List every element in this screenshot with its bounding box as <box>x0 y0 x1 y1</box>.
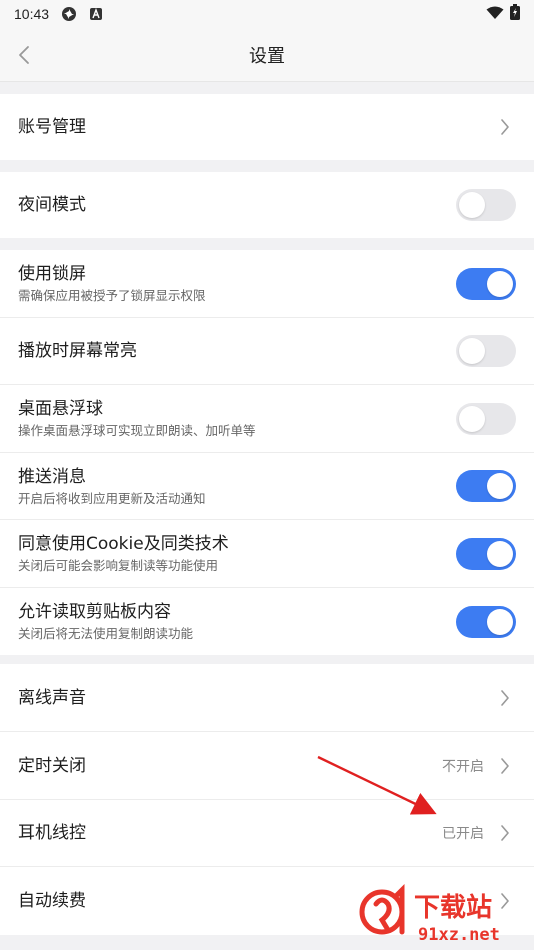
pinwheel-icon <box>61 6 77 22</box>
chevron-right-icon <box>498 756 512 776</box>
row-label: 离线声音 <box>18 687 86 708</box>
row-sublabel: 开启后将收到应用更新及活动通知 <box>18 490 206 506</box>
row-sublabel: 关闭后可能会影响复制读等功能使用 <box>18 558 219 573</box>
row-label: 允许读取剪贴板内容 <box>18 602 171 622</box>
battery-charging-icon <box>510 4 520 24</box>
row-sublabel: 关闭后将无法使用复制朗读功能 <box>18 626 194 641</box>
section-gap <box>0 238 534 250</box>
watermark-logo: 下载站 91xz.net <box>358 882 528 946</box>
screen-on-toggle[interactable] <box>456 335 516 367</box>
a-badge-icon <box>89 7 103 21</box>
watermark-url-text: 91xz.net <box>418 925 500 945</box>
chevron-right-icon <box>498 688 512 708</box>
settings-row-cookie: 同意使用Cookie及同类技术 关闭后可能会影响复制读等功能使用 <box>0 520 534 588</box>
watermark-main-text: 下载站 <box>414 893 492 923</box>
night-mode-toggle[interactable] <box>456 189 516 221</box>
status-bar: 10:43 <box>0 0 534 28</box>
row-label: 夜间模式 <box>18 195 86 215</box>
row-label: 播放时屏幕常亮 <box>18 341 137 361</box>
row-label: 账号管理 <box>18 117 86 137</box>
settings-row-account[interactable]: 账号管理 <box>0 94 534 160</box>
section-account: 账号管理 <box>0 94 534 160</box>
chevron-left-icon[interactable] <box>14 42 34 68</box>
floating-ball-toggle[interactable] <box>456 402 516 435</box>
section-gap <box>0 655 534 664</box>
page-title: 设置 <box>249 45 285 67</box>
settings-row-headset[interactable]: 耳机线控 已开启 <box>0 800 534 867</box>
chevron-right-icon <box>498 823 512 843</box>
chevron-right-icon <box>498 117 512 137</box>
row-sublabel: 操作桌面悬浮球可实现立即朗读、加听单等 <box>18 423 256 438</box>
section-gap <box>0 160 534 172</box>
row-label: 定时关闭 <box>18 755 86 776</box>
status-time: 10:43 <box>14 6 50 22</box>
headset-value: 已开启 <box>442 826 484 842</box>
row-label: 使用锁屏 <box>18 264 86 284</box>
row-label: 桌面悬浮球 <box>18 399 103 419</box>
row-sublabel: 需确保应用被授予了锁屏显示权限 <box>18 288 206 303</box>
settings-row-clipboard: 允许读取剪贴板内容 关闭后将无法使用复制朗读功能 <box>0 588 534 655</box>
clipboard-toggle[interactable] <box>456 605 516 638</box>
row-label: 同意使用Cookie及同类技术 <box>18 534 229 554</box>
section-gap <box>0 82 534 94</box>
row-label: 耳机线控 <box>18 823 86 843</box>
settings-row-screen-on: 播放时屏幕常亮 <box>0 318 534 385</box>
push-toggle[interactable] <box>456 470 516 502</box>
settings-row-lock-screen: 使用锁屏 需确保应用被授予了锁屏显示权限 <box>0 250 534 318</box>
settings-row-offline-voice[interactable]: 离线声音 <box>0 664 534 732</box>
section-general: 使用锁屏 需确保应用被授予了锁屏显示权限 播放时屏幕常亮 桌面悬浮球 操作桌面悬… <box>0 250 534 655</box>
settings-row-floating-ball: 桌面悬浮球 操作桌面悬浮球可实现立即朗读、加听单等 <box>0 385 534 453</box>
cookie-toggle[interactable] <box>456 537 516 570</box>
lock-screen-toggle[interactable] <box>456 267 516 300</box>
timer-value: 不开启 <box>442 758 484 775</box>
wifi-icon <box>486 5 504 24</box>
settings-row-timer[interactable]: 定时关闭 不开启 <box>0 732 534 800</box>
nav-bar: 设置 <box>0 28 534 82</box>
row-label: 推送消息 <box>18 466 86 487</box>
settings-row-night-mode: 夜间模式 <box>0 172 534 238</box>
settings-row-push: 推送消息 开启后将收到应用更新及活动通知 <box>0 453 534 520</box>
section-night: 夜间模式 <box>0 172 534 238</box>
